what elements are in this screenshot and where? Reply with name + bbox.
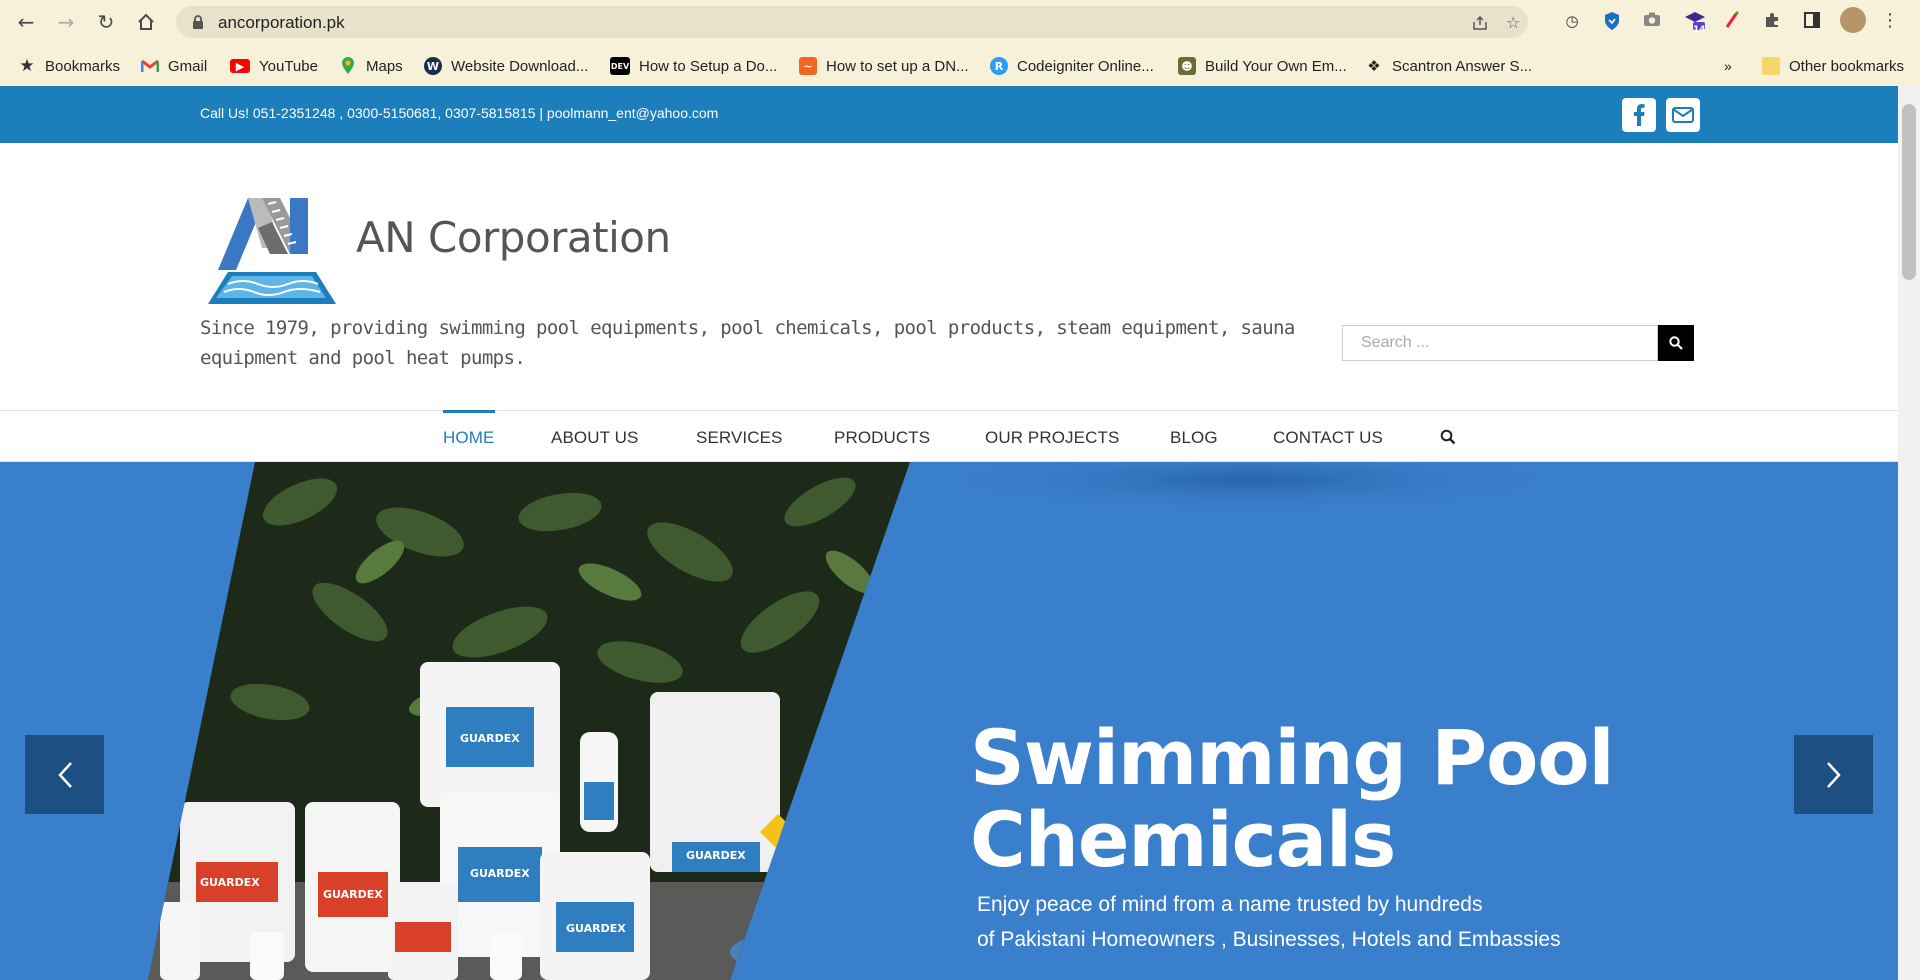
bucket-label: GUARDEX bbox=[470, 867, 530, 880]
extension-badge: 14 bbox=[1693, 25, 1706, 35]
bookmark-site-icon: ~ bbox=[799, 57, 817, 75]
bookmark-label: Bookmarks bbox=[45, 57, 121, 75]
page-scrollbar[interactable] bbox=[1898, 86, 1920, 980]
r-icon: R bbox=[990, 57, 1008, 75]
bookmarks-bar: ★ Bookmarks Gmail ▶ YouTube Maps W Websi… bbox=[0, 44, 1920, 86]
nav-item-contact-us[interactable]: CONTACT US bbox=[1273, 428, 1383, 448]
bucket-label: GUARDEX bbox=[566, 922, 626, 935]
contact-info: Call Us! 051-2351248 , 0300-5150681, 030… bbox=[200, 105, 719, 121]
nav-item-blog[interactable]: BLOG bbox=[1170, 428, 1218, 448]
bookmark-label: Gmail bbox=[168, 57, 208, 75]
reload-icon[interactable]: ↻ bbox=[94, 10, 118, 34]
other-bookmarks[interactable]: Other bookmarks bbox=[1762, 56, 1904, 76]
bookmarks-overflow[interactable]: » bbox=[1724, 56, 1732, 76]
bookmark-label: How to set up a DN... bbox=[826, 57, 969, 75]
bookmark-item[interactable]: Gmail bbox=[141, 56, 207, 76]
nav-item-our-projects[interactable]: OUR PROJECTS bbox=[985, 428, 1119, 448]
site-search-input[interactable] bbox=[1342, 325, 1658, 361]
dev-icon: DEV bbox=[610, 57, 630, 75]
star-icon: ★ bbox=[19, 56, 35, 76]
w-icon: W bbox=[424, 57, 442, 75]
bookmark-label: Build Your Own Em... bbox=[1205, 57, 1347, 75]
site-search-button[interactable] bbox=[1658, 325, 1694, 361]
youtube-icon: ▶ bbox=[230, 59, 250, 73]
maps-icon bbox=[339, 57, 357, 75]
avatar-icon: ☻ bbox=[1178, 57, 1196, 75]
bookmark-item[interactable]: W Website Download... bbox=[424, 56, 588, 76]
facebook-icon[interactable] bbox=[1622, 98, 1656, 132]
camera-icon[interactable] bbox=[1642, 11, 1662, 31]
home-icon[interactable] bbox=[134, 10, 158, 34]
scrollbar-thumb[interactable] bbox=[1902, 104, 1916, 280]
hero-slider: GUARDEX GUARDEX GUARDEX GUARDEX GUARDEX … bbox=[0, 462, 1898, 980]
bookmark-item[interactable]: ~ How to set up a DN... bbox=[799, 56, 969, 76]
bookmark-item[interactable]: ★ Bookmarks bbox=[18, 56, 120, 76]
bookmark-label: Website Download... bbox=[451, 57, 589, 75]
forward-icon[interactable]: → bbox=[54, 10, 78, 34]
hero-title-line: Swimming Pool bbox=[970, 713, 1615, 802]
bookmark-item[interactable]: R Codeigniter Online... bbox=[990, 56, 1154, 76]
browser-menu-icon[interactable]: ⋮ bbox=[1880, 11, 1900, 31]
nav-item-about-us[interactable]: ABOUT US bbox=[551, 428, 638, 448]
hero-subtitle-line: of Pakistani Homeowners , Businesses, Ho… bbox=[977, 928, 1561, 951]
bookmark-label: YouTube bbox=[259, 57, 318, 75]
grad-cap-extension-icon[interactable]: 14 bbox=[1682, 11, 1708, 35]
bookmark-label: Codeigniter Online... bbox=[1017, 57, 1154, 75]
hero-title: Swimming Pool Chemicals bbox=[970, 713, 1615, 884]
main-nav: HOME ABOUT US SERVICES PRODUCTS OUR PROJ… bbox=[0, 410, 1898, 462]
codepen-icon: ❖ bbox=[1367, 57, 1381, 75]
bucket-label: GUARDEX bbox=[686, 849, 746, 862]
bookmark-label: Scantron Answer S... bbox=[1392, 57, 1533, 75]
nav-item-services[interactable]: SERVICES bbox=[696, 428, 782, 448]
chevron-right-icon bbox=[1826, 761, 1841, 788]
bookmark-item[interactable]: Maps bbox=[339, 56, 403, 76]
bucket-label: GUARDEX bbox=[460, 732, 520, 745]
share-icon[interactable] bbox=[1472, 15, 1488, 31]
browser-chrome: ← → ↻ ancorporation.pk ☆ ◷ 14 ⋮ ★ Bookma… bbox=[0, 0, 1920, 86]
address-bar[interactable]: ancorporation.pk ☆ bbox=[176, 6, 1528, 38]
bookmark-item[interactable]: DEV How to Setup a Do... bbox=[610, 56, 777, 76]
hero-subtitle-line: Enjoy peace of mind from a name trusted … bbox=[977, 893, 1483, 916]
lock-icon[interactable] bbox=[190, 14, 206, 30]
bookmark-star-icon[interactable]: ☆ bbox=[1506, 15, 1522, 31]
company-name[interactable]: AN Corporation bbox=[356, 213, 671, 262]
search-icon bbox=[1669, 336, 1683, 350]
bookmark-item[interactable]: ☻ Build Your Own Em... bbox=[1178, 56, 1347, 76]
bookmark-item[interactable]: ▶ YouTube bbox=[230, 56, 318, 76]
bookmark-label: How to Setup a Do... bbox=[639, 57, 778, 75]
color-picker-icon[interactable] bbox=[1722, 10, 1742, 31]
profile-avatar[interactable] bbox=[1840, 7, 1866, 33]
back-icon[interactable]: ← bbox=[14, 10, 38, 34]
hero-title-line: Chemicals bbox=[970, 795, 1396, 884]
bucket-label: GUARDEX bbox=[323, 888, 383, 901]
site-tagline: Since 1979, providing swimming pool equi… bbox=[200, 317, 1295, 369]
speed-icon[interactable]: ◷ bbox=[1562, 11, 1582, 31]
site-header: AN Corporation Since 1979, providing swi… bbox=[0, 143, 1898, 410]
url-text[interactable]: ancorporation.pk bbox=[218, 13, 345, 33]
email-icon[interactable] bbox=[1666, 98, 1700, 132]
nav-search-icon[interactable] bbox=[1440, 429, 1456, 445]
gmail-icon bbox=[141, 57, 159, 75]
bookmark-label: Maps bbox=[366, 57, 403, 75]
bucket-label: GUARDEX bbox=[200, 876, 260, 889]
extensions-puzzle-icon[interactable] bbox=[1762, 11, 1782, 31]
slider-next-button[interactable] bbox=[1794, 735, 1873, 814]
side-panel-icon[interactable] bbox=[1802, 11, 1822, 31]
shield-extension-icon[interactable] bbox=[1602, 11, 1622, 31]
chevron-left-icon bbox=[57, 761, 72, 788]
other-bookmarks-label: Other bookmarks bbox=[1789, 57, 1905, 75]
bookmark-item[interactable]: ❖ Scantron Answer S... bbox=[1365, 56, 1532, 76]
nav-item-products[interactable]: PRODUCTS bbox=[834, 428, 930, 448]
hero-subtitle: Enjoy peace of mind from a name trusted … bbox=[977, 887, 1561, 957]
nav-item-home[interactable]: HOME bbox=[443, 428, 494, 448]
browser-toolbar: ← → ↻ ancorporation.pk ☆ ◷ 14 ⋮ bbox=[0, 0, 1920, 44]
an-corporation-logo[interactable] bbox=[208, 198, 358, 308]
nav-active-indicator bbox=[443, 410, 495, 413]
site-topbar: Call Us! 051-2351248 , 0300-5150681, 030… bbox=[0, 86, 1898, 143]
folder-icon bbox=[1762, 57, 1780, 75]
slider-prev-button[interactable] bbox=[25, 735, 104, 814]
